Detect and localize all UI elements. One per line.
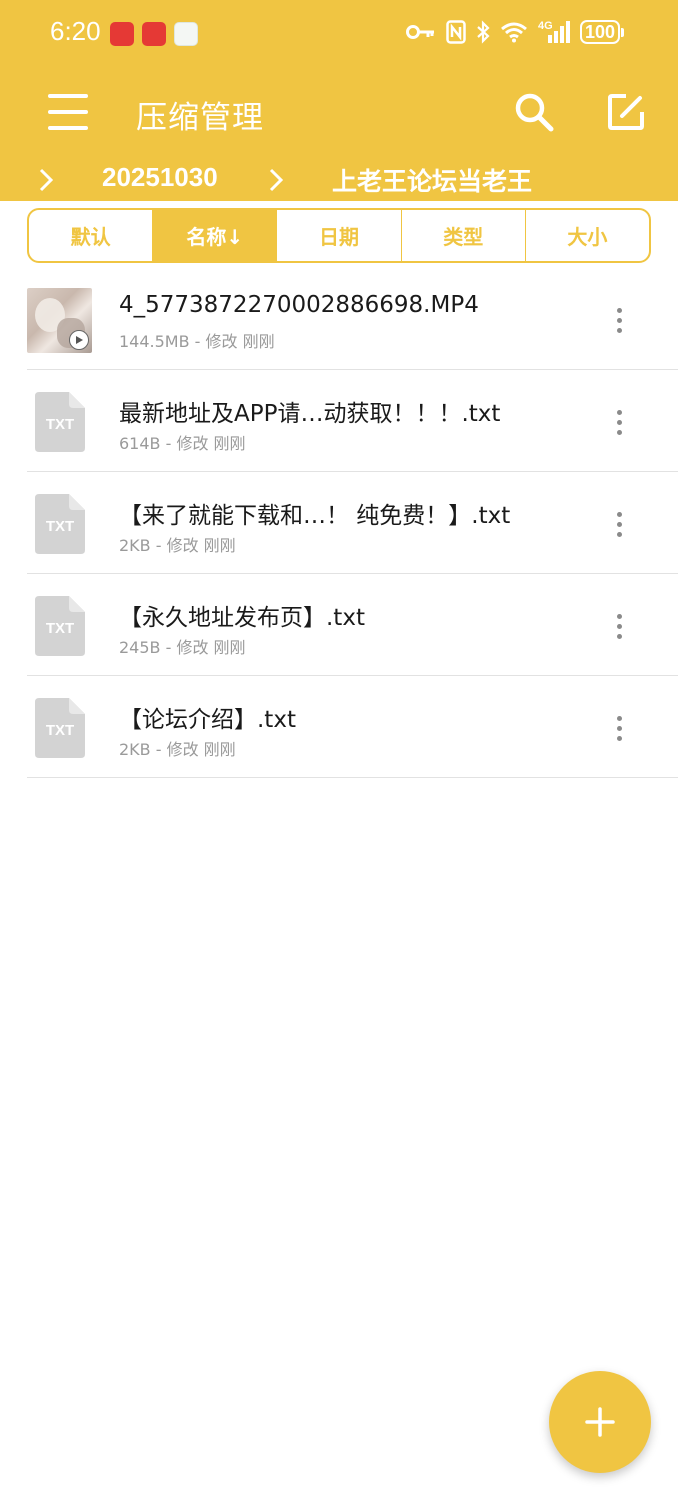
wifi-icon xyxy=(500,18,528,46)
more-options-button[interactable] xyxy=(607,606,631,646)
file-meta: 614B - 修改 刚刚 xyxy=(119,434,246,453)
svg-text:TXT: TXT xyxy=(46,722,74,739)
svg-text:TXT: TXT xyxy=(46,620,74,637)
file-meta: 2KB - 修改 刚刚 xyxy=(119,536,236,555)
file-name: 4_5773872270002886698.MP4 xyxy=(119,292,479,318)
notification-icons xyxy=(110,22,198,46)
home-app-icon xyxy=(174,22,198,46)
status-time: 6:20 xyxy=(50,16,101,46)
chevron-right-icon xyxy=(264,166,288,194)
bluetooth-icon xyxy=(476,18,490,46)
file-name: 最新地址及APP请…动获取！！！.txt xyxy=(119,401,501,427)
svg-text:TXT: TXT xyxy=(46,416,74,433)
file-name: 【永久地址发布页】.txt xyxy=(119,605,365,631)
app-bar: 压缩管理 xyxy=(0,68,678,158)
sort-tab-type[interactable]: 类型 xyxy=(402,210,526,261)
breadcrumb: 20251030 上老王论坛当老王 xyxy=(0,158,678,201)
sort-tabs: 默认 名称↓ 日期 类型 大小 xyxy=(27,208,651,263)
file-meta: 2KB - 修改 刚刚 xyxy=(119,740,236,759)
list-item[interactable]: TXT 【论坛介绍】.txt 2KB - 修改 刚刚 xyxy=(27,676,678,778)
huawei-app-icon xyxy=(110,22,134,46)
edit-icon xyxy=(608,94,644,130)
breadcrumb-item[interactable]: 20251030 xyxy=(102,162,218,193)
file-meta: 144.5MB - 修改 刚刚 xyxy=(119,332,275,351)
huawei-app-icon xyxy=(142,22,166,46)
nfc-icon xyxy=(446,18,466,46)
top-header: 6:20 4G 100 压缩管理 20251030 上老王论坛当老王 xyxy=(0,0,678,201)
plus-icon xyxy=(585,1407,615,1437)
file-list: 4_5773872270002886698.MP4 144.5MB - 修改 刚… xyxy=(27,268,678,778)
search-button[interactable] xyxy=(506,84,562,140)
more-options-button[interactable] xyxy=(607,708,631,748)
txt-file-icon: TXT xyxy=(35,698,85,758)
more-options-button[interactable] xyxy=(607,504,631,544)
status-bar: 6:20 4G 100 xyxy=(0,0,678,68)
chevron-right-icon xyxy=(34,166,58,194)
txt-file-icon: TXT xyxy=(35,494,85,554)
sort-tab-default[interactable]: 默认 xyxy=(29,210,154,261)
battery-icon: 100 xyxy=(579,20,624,44)
video-thumbnail xyxy=(27,288,92,353)
sort-tab-date[interactable]: 日期 xyxy=(277,210,402,261)
svg-text:4G: 4G xyxy=(538,20,553,32)
list-item[interactable]: TXT 最新地址及APP请…动获取！！！.txt 614B - 修改 刚刚 xyxy=(27,370,678,472)
breadcrumb-item-current[interactable]: 上老王论坛当老王 xyxy=(332,162,532,198)
list-item[interactable]: TXT 【永久地址发布页】.txt 245B - 修改 刚刚 xyxy=(27,574,678,676)
battery-level: 100 xyxy=(579,20,620,44)
add-button[interactable] xyxy=(549,1371,651,1473)
hamburger-menu-icon xyxy=(48,94,88,130)
play-icon xyxy=(69,330,89,350)
page-title: 压缩管理 xyxy=(136,100,264,136)
cellular-signal-icon: 4G xyxy=(538,18,570,46)
sort-tab-size[interactable]: 大小 xyxy=(526,210,649,261)
edit-button[interactable] xyxy=(598,84,654,140)
svg-text:TXT: TXT xyxy=(46,518,74,535)
file-name: 【论坛介绍】.txt xyxy=(119,707,296,733)
menu-button[interactable] xyxy=(42,86,94,138)
key-icon xyxy=(405,18,436,46)
txt-file-icon: TXT xyxy=(35,392,85,452)
more-options-button[interactable] xyxy=(607,300,631,340)
file-name: 【来了就能下载和…！ 纯免费！】.txt xyxy=(119,503,511,529)
sort-tab-name[interactable]: 名称↓ xyxy=(153,210,278,261)
file-meta: 245B - 修改 刚刚 xyxy=(119,638,246,657)
more-options-button[interactable] xyxy=(607,402,631,442)
txt-file-icon: TXT xyxy=(35,596,85,656)
list-item[interactable]: TXT 【来了就能下载和…！ 纯免费！】.txt 2KB - 修改 刚刚 xyxy=(27,472,678,574)
status-indicators: 4G 100 xyxy=(405,18,624,46)
list-item[interactable]: 4_5773872270002886698.MP4 144.5MB - 修改 刚… xyxy=(27,268,678,370)
search-icon xyxy=(515,93,554,132)
